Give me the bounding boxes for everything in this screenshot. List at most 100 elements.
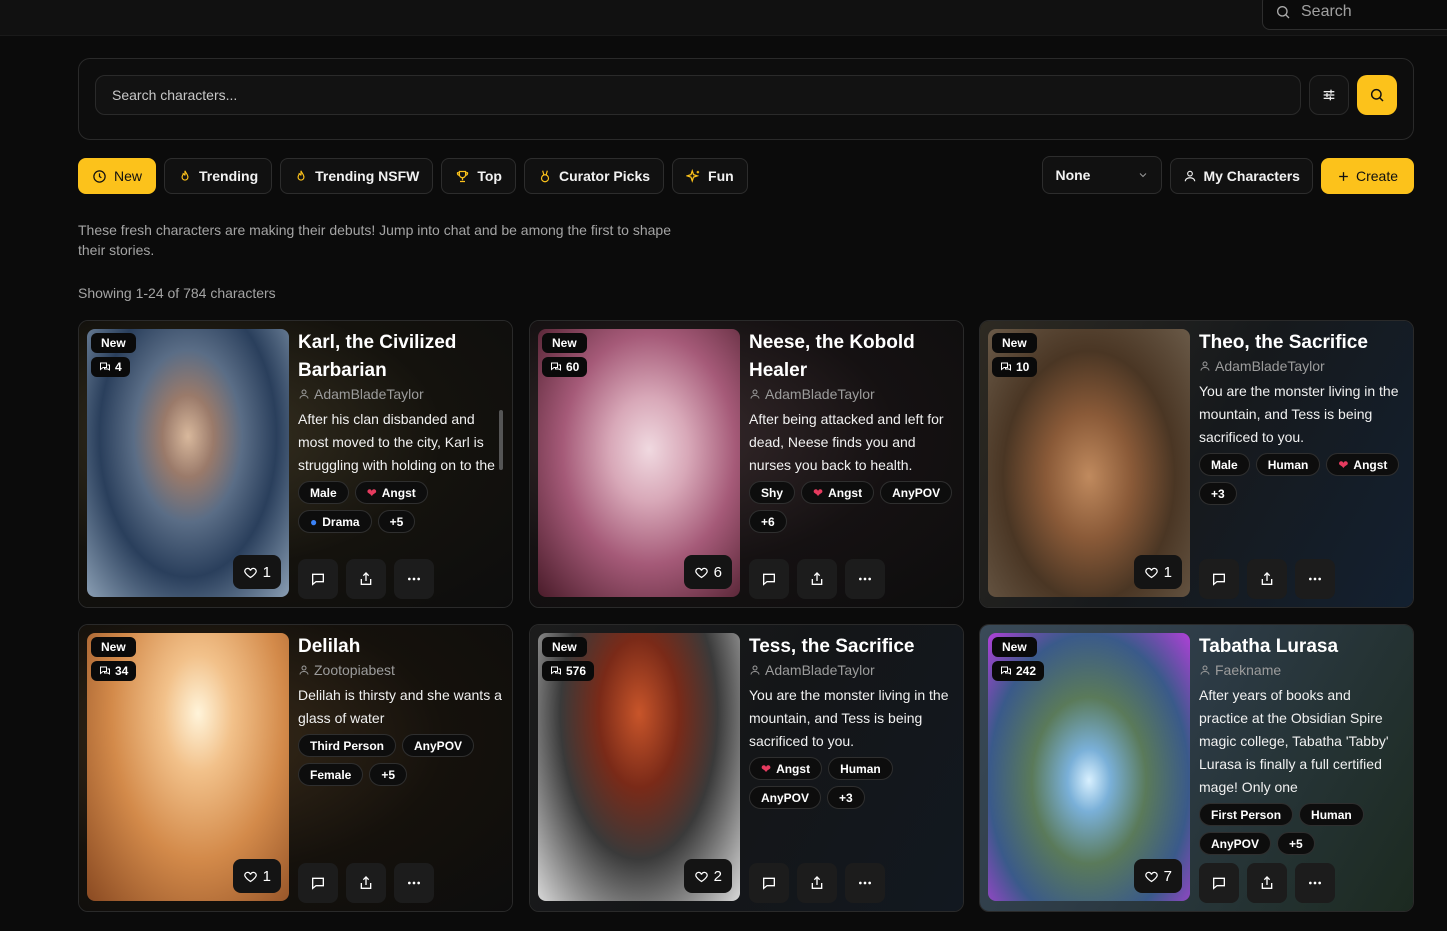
- like-count: 7: [1163, 867, 1172, 885]
- tag[interactable]: Human: [1299, 803, 1364, 826]
- tag[interactable]: AnyPOV: [880, 481, 953, 504]
- more-tags[interactable]: +3: [827, 786, 865, 809]
- more-options-button[interactable]: [394, 863, 434, 903]
- share-button[interactable]: [346, 863, 386, 903]
- chat-button[interactable]: [298, 863, 338, 903]
- character-title[interactable]: Theo, the Sacrifice: [1199, 329, 1403, 357]
- character-author[interactable]: AdamBladeTaylor: [749, 662, 953, 678]
- chat-button[interactable]: [749, 559, 789, 599]
- tab-new[interactable]: New: [78, 158, 157, 194]
- tag[interactable]: Human: [1255, 453, 1321, 476]
- plus-icon: [1339, 171, 1348, 181]
- search-submit-button[interactable]: [1357, 75, 1397, 115]
- tag-label: +5: [389, 514, 404, 529]
- character-title[interactable]: Delilah: [298, 633, 502, 661]
- share-button[interactable]: [797, 863, 837, 903]
- character-card[interactable]: New 10 1 Theo, the Sacrifice AdamBladeTa…: [979, 320, 1414, 608]
- tag[interactable]: Third Person: [298, 734, 397, 757]
- tab-top[interactable]: Top: [441, 158, 516, 194]
- tab-trending[interactable]: Trending: [164, 158, 273, 194]
- tag-label: Shy: [761, 485, 784, 500]
- category-tabs: New Trending Trending NSFW Top Curator P…: [78, 158, 748, 194]
- chat-button[interactable]: [749, 863, 789, 903]
- more-options-button[interactable]: [394, 559, 434, 599]
- tag[interactable]: Male: [298, 481, 349, 504]
- ellipsis-icon: [1309, 881, 1321, 885]
- character-title[interactable]: Tabatha Lurasa: [1199, 633, 1403, 661]
- chat-button[interactable]: [1199, 863, 1239, 903]
- character-image[interactable]: New 4 1: [87, 329, 289, 597]
- character-author[interactable]: AdamBladeTaylor: [298, 386, 502, 402]
- tag[interactable]: Male: [1199, 453, 1250, 476]
- character-card[interactable]: New 4 1 Karl, the Civilized Barbarian Ad…: [78, 320, 513, 608]
- character-title[interactable]: Karl, the Civilized Barbarian: [298, 329, 502, 385]
- chat-button[interactable]: [298, 559, 338, 599]
- share-icon: [360, 572, 372, 585]
- tag[interactable]: ❤ Angst: [801, 481, 875, 504]
- tab-fun[interactable]: Fun: [672, 158, 748, 194]
- create-button[interactable]: Create: [1320, 158, 1414, 194]
- tab-curator-picks[interactable]: Curator Picks: [523, 158, 665, 194]
- like-button[interactable]: 1: [232, 555, 281, 589]
- my-characters-button[interactable]: My Characters: [1170, 158, 1313, 194]
- tab-curator-picks-label: Curator Picks: [558, 168, 651, 184]
- like-button[interactable]: 7: [1133, 859, 1182, 893]
- like-button[interactable]: 1: [1133, 555, 1182, 589]
- tag[interactable]: First Person: [1199, 803, 1294, 826]
- character-image[interactable]: New 10 1: [988, 329, 1190, 597]
- share-button[interactable]: [346, 559, 386, 599]
- like-button[interactable]: 6: [683, 555, 732, 589]
- more-tags[interactable]: +5: [369, 763, 408, 786]
- character-image[interactable]: New 242 7: [988, 633, 1190, 901]
- tab-fun-label: Fun: [708, 168, 734, 184]
- character-title[interactable]: Tess, the Sacrifice: [749, 633, 953, 661]
- search-characters-placeholder: Search characters...: [112, 87, 238, 103]
- like-button[interactable]: 2: [683, 859, 732, 893]
- new-badge: New: [542, 333, 587, 353]
- more-options-button[interactable]: [845, 863, 885, 903]
- chat-button[interactable]: [1199, 559, 1239, 599]
- more-tags[interactable]: +5: [377, 510, 416, 533]
- character-card[interactable]: New 60 6 Neese, the Kobold Healer AdamBl…: [529, 320, 964, 608]
- tag[interactable]: ❤ Angst: [354, 481, 428, 504]
- character-card[interactable]: New 34 1 Delilah Zootopiabest Delilah is…: [78, 624, 513, 912]
- tag[interactable]: ❤ Angst: [749, 757, 823, 780]
- character-author[interactable]: AdamBladeTaylor: [1199, 358, 1403, 374]
- tag[interactable]: ❤ Angst: [1326, 453, 1400, 476]
- share-button[interactable]: [797, 559, 837, 599]
- search-characters-input[interactable]: Search characters...: [95, 75, 1301, 115]
- tag[interactable]: Human: [828, 757, 893, 780]
- tag[interactable]: Female: [298, 763, 364, 786]
- character-image[interactable]: New 576 2: [538, 633, 740, 901]
- tag[interactable]: ● Drama: [298, 510, 372, 533]
- more-options-button[interactable]: [1295, 863, 1335, 903]
- global-search-input[interactable]: Search: [1262, 0, 1447, 30]
- tag-label: AnyPOV: [1211, 836, 1260, 851]
- character-card[interactable]: New 576 2 Tess, the Sacrifice AdamBladeT…: [529, 624, 964, 912]
- heart-icon: ❤: [813, 485, 824, 500]
- character-image[interactable]: New 34 1: [87, 633, 289, 901]
- character-image[interactable]: New 60 6: [538, 329, 740, 597]
- filter-button[interactable]: [1309, 75, 1349, 115]
- character-author[interactable]: Faekname: [1199, 662, 1403, 678]
- more-options-button[interactable]: [1295, 559, 1335, 599]
- character-author[interactable]: AdamBladeTaylor: [749, 386, 953, 402]
- share-button[interactable]: [1247, 863, 1287, 903]
- like-button[interactable]: 1: [232, 859, 281, 893]
- tag[interactable]: AnyPOV: [402, 734, 475, 757]
- character-title[interactable]: Neese, the Kobold Healer: [749, 329, 953, 385]
- category-description: These fresh characters are making their …: [78, 222, 671, 258]
- character-author[interactable]: Zootopiabest: [298, 662, 502, 678]
- tag[interactable]: Shy: [749, 481, 796, 504]
- more-tags[interactable]: +5: [1277, 832, 1315, 855]
- character-card[interactable]: New 242 7 Tabatha Lurasa Faekname After …: [979, 624, 1414, 912]
- tag[interactable]: AnyPOV: [1199, 832, 1272, 855]
- sort-select[interactable]: None: [1042, 156, 1163, 194]
- tab-trending-nsfw[interactable]: Trending NSFW: [280, 158, 434, 194]
- more-tags[interactable]: +3: [1199, 482, 1237, 505]
- more-options-button[interactable]: [845, 559, 885, 599]
- share-button[interactable]: [1247, 559, 1287, 599]
- tag[interactable]: AnyPOV: [749, 786, 822, 809]
- more-tags[interactable]: +6: [749, 510, 787, 533]
- blurb-scrollbar[interactable]: [499, 410, 503, 470]
